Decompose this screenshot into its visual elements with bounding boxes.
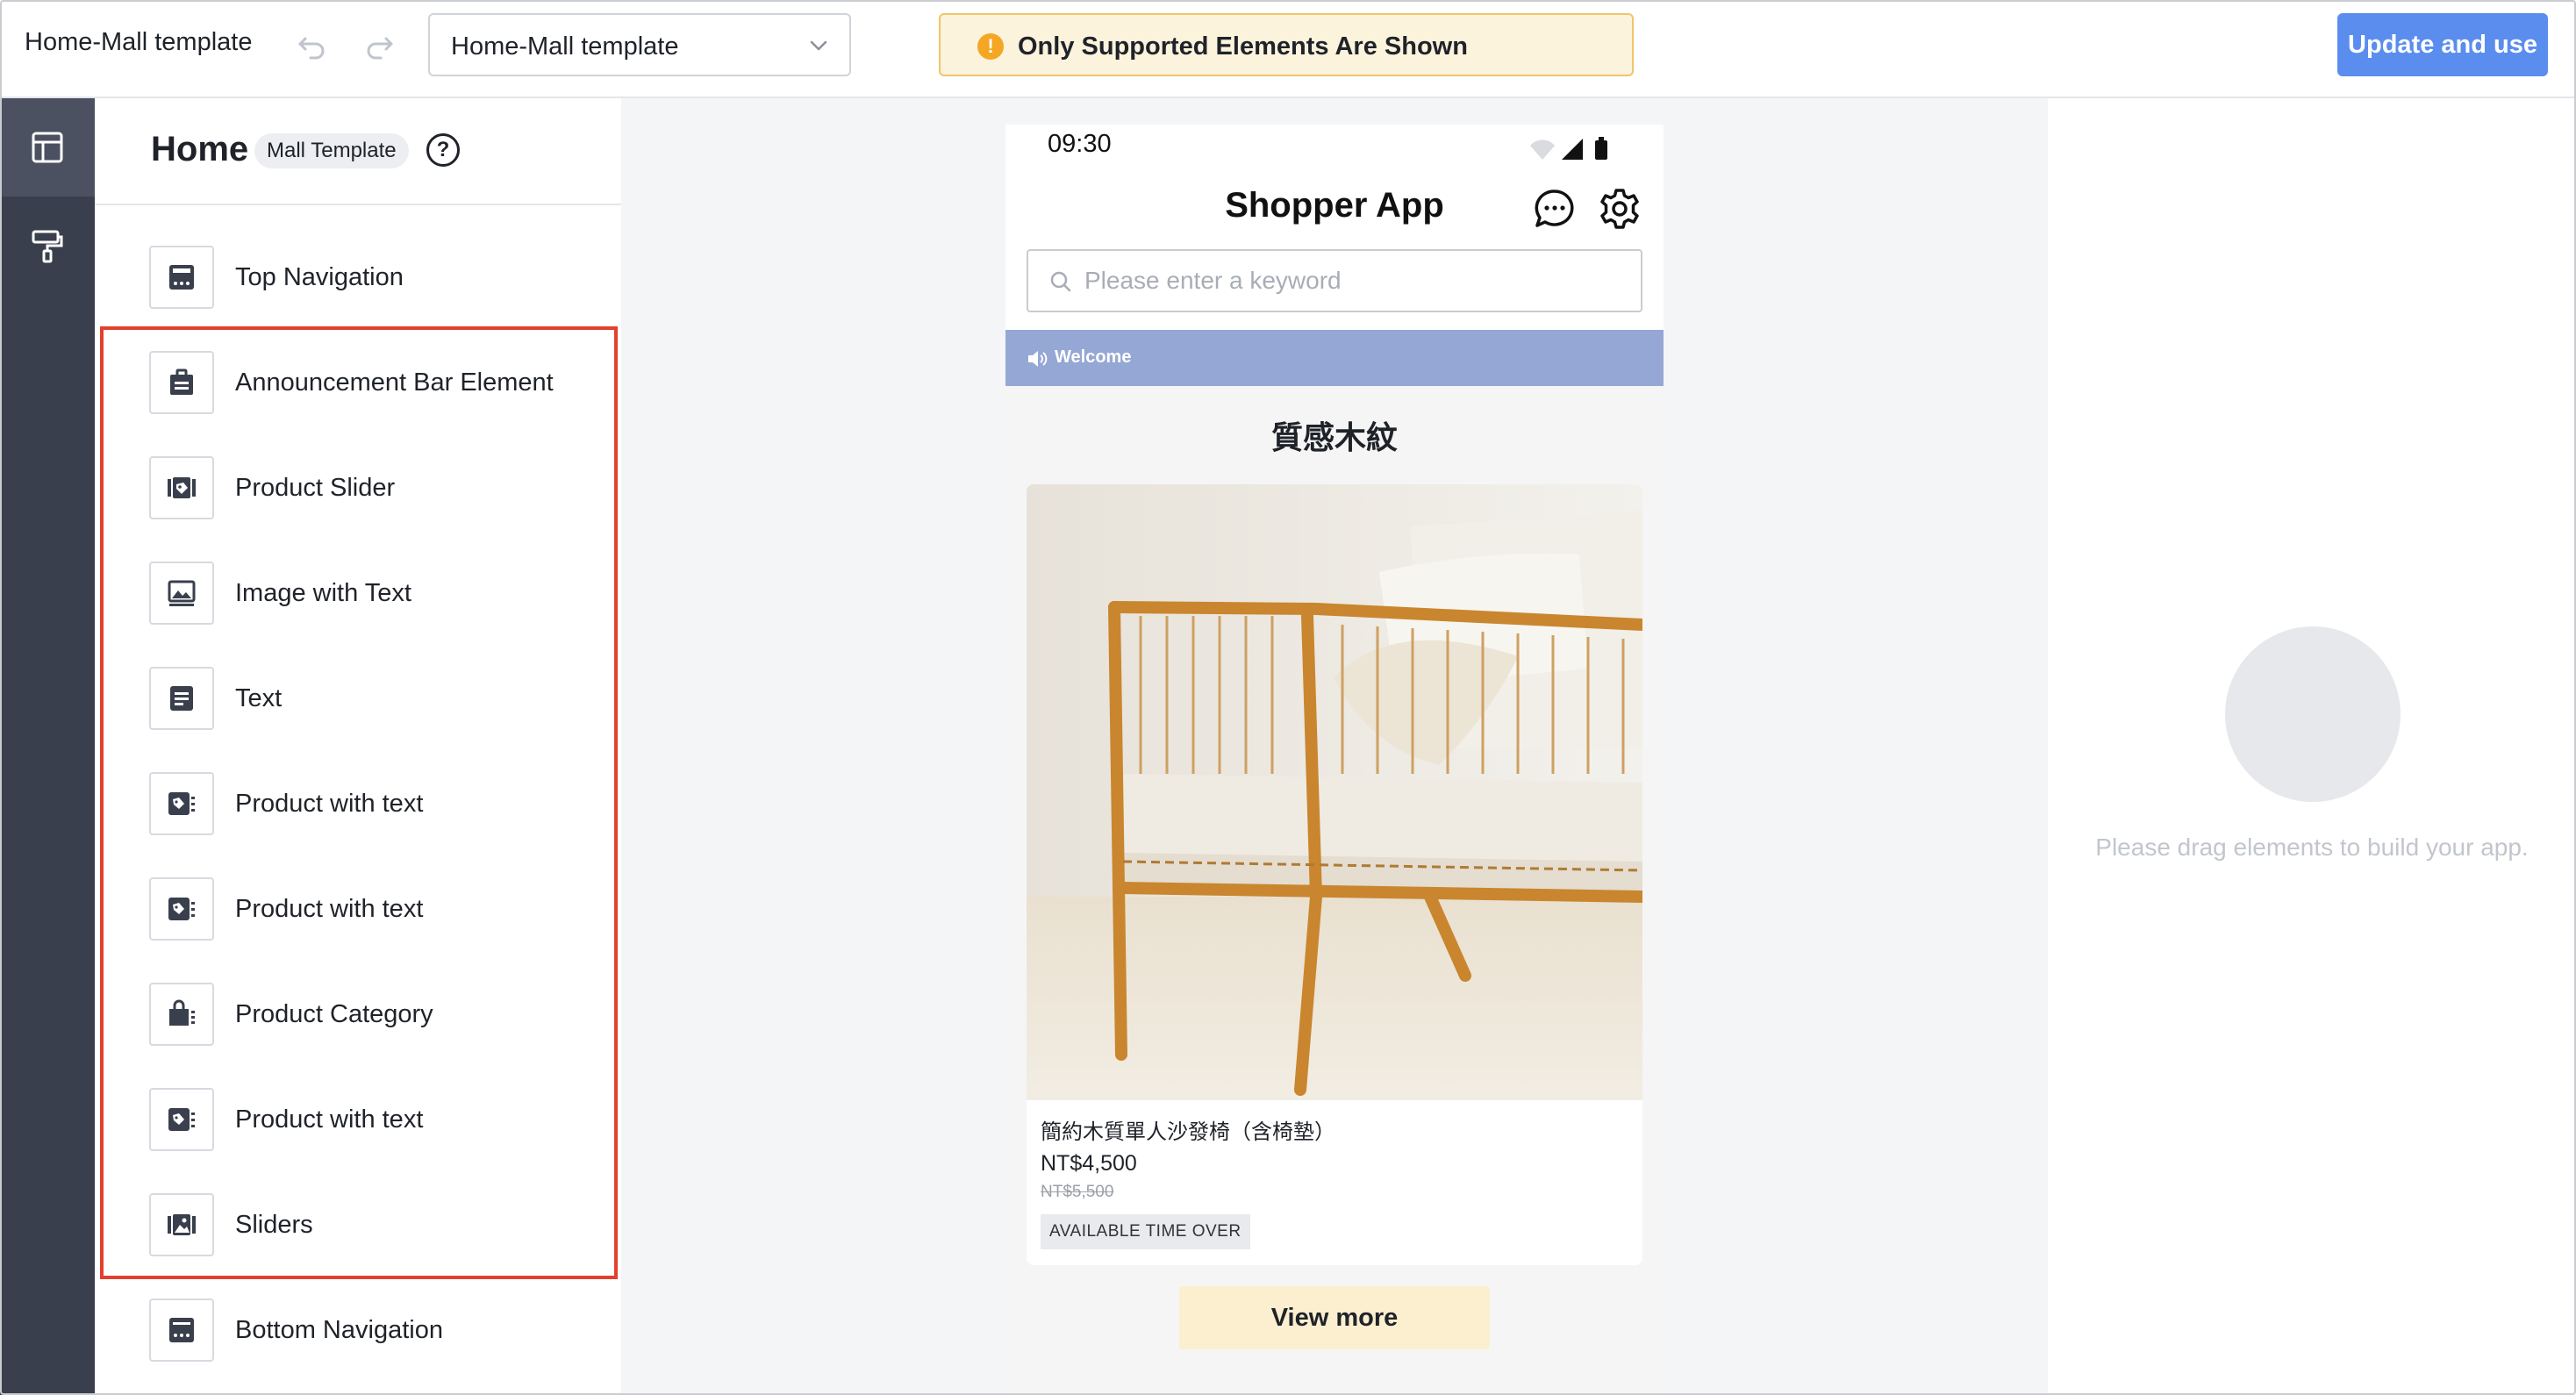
search-area bbox=[1005, 240, 1664, 330]
search-box[interactable] bbox=[1027, 249, 1642, 312]
template-badge: Mall Template bbox=[254, 133, 409, 168]
gear-icon[interactable] bbox=[1597, 186, 1642, 232]
speaker-icon bbox=[1028, 351, 1048, 367]
bottom-navigation-icon bbox=[149, 1298, 214, 1362]
top-navigation-icon bbox=[149, 246, 214, 309]
component-label: Product with text bbox=[235, 1105, 424, 1134]
rail-item-style[interactable] bbox=[0, 197, 95, 295]
panel-title: Home bbox=[151, 130, 249, 168]
undo-icon[interactable] bbox=[293, 26, 332, 65]
component-label: Top Navigation bbox=[235, 263, 404, 291]
template-select-value: Home-Mall template bbox=[451, 32, 679, 61]
component-label: Announcement Bar Element bbox=[235, 368, 554, 397]
product-slider-icon bbox=[149, 456, 214, 519]
component-product-category[interactable]: Product Category bbox=[95, 962, 621, 1067]
text-icon bbox=[149, 667, 214, 730]
product-price: NT$4,500 bbox=[1041, 1151, 1137, 1176]
rail-item-layout[interactable] bbox=[0, 98, 95, 197]
component-sliders[interactable]: Sliders bbox=[95, 1172, 621, 1277]
component-label: Text bbox=[235, 684, 283, 712]
components-panel: Home Mall Template ? Top Navigation Anno… bbox=[95, 98, 621, 1395]
image-icon bbox=[149, 562, 214, 625]
panel-header: Home Mall Template ? bbox=[95, 98, 621, 205]
view-more-button[interactable]: View more bbox=[1179, 1286, 1490, 1349]
paint-roller-icon bbox=[32, 230, 63, 263]
help-icon[interactable]: ? bbox=[426, 133, 460, 167]
status-time: 09:30 bbox=[1048, 130, 1112, 158]
component-label: Product with text bbox=[235, 790, 424, 818]
product-tag-icon bbox=[149, 877, 214, 941]
component-label: Product with text bbox=[235, 895, 424, 923]
product-image bbox=[1027, 484, 1642, 1100]
component-label: Image with Text bbox=[235, 579, 411, 607]
left-rail bbox=[0, 98, 95, 1395]
component-text[interactable]: Text bbox=[95, 646, 621, 751]
chevron-down-icon bbox=[805, 32, 832, 59]
chat-icon[interactable] bbox=[1532, 186, 1578, 232]
product-status-badge: AVAILABLE TIME OVER bbox=[1041, 1214, 1250, 1249]
update-and-use-button[interactable]: Update and use bbox=[2337, 13, 2548, 76]
redo-icon[interactable] bbox=[360, 26, 398, 65]
product-original-price: NT$5,500 bbox=[1041, 1183, 1114, 1201]
announcement-bar: Welcome bbox=[1005, 330, 1664, 386]
sliders-icon bbox=[149, 1193, 214, 1256]
section-title: 質感木紋 bbox=[1270, 420, 1398, 456]
empty-placeholder-circle bbox=[2225, 626, 2401, 802]
product-tag-icon bbox=[149, 772, 214, 835]
component-announcement-bar[interactable]: Announcement Bar Element bbox=[95, 330, 621, 435]
component-label: Product Category bbox=[235, 1000, 433, 1028]
page-title: Home-Mall template bbox=[25, 28, 253, 56]
search-input[interactable] bbox=[1084, 265, 1611, 297]
shopping-bag-icon bbox=[149, 983, 214, 1046]
announcement-text: Welcome bbox=[1055, 347, 1132, 367]
status-bar: 09:30 bbox=[1005, 125, 1664, 177]
template-select[interactable]: Home-Mall template bbox=[428, 13, 851, 76]
component-label: Bottom Navigation bbox=[235, 1316, 443, 1344]
warning-icon: ! bbox=[977, 33, 1004, 60]
layout-icon bbox=[32, 132, 63, 163]
announcement-icon bbox=[149, 351, 214, 414]
component-label: Sliders bbox=[235, 1211, 313, 1239]
top-bar: Home-Mall template Home-Mall template ! … bbox=[0, 0, 2576, 98]
signal-icon bbox=[1530, 137, 1607, 160]
product-card[interactable]: 簡約木質單人沙發椅（含椅墊） NT$4,500 NT$5,500 AVAILAB… bbox=[1027, 484, 1642, 1265]
component-product-slider[interactable]: Product Slider bbox=[95, 435, 621, 540]
component-product-with-text[interactable]: Product with text bbox=[95, 1067, 621, 1172]
component-image-with-text[interactable]: Image with Text bbox=[95, 540, 621, 646]
component-product-with-text[interactable]: Product with text bbox=[95, 856, 621, 962]
supported-elements-notice: ! Only Supported Elements Are Shown bbox=[939, 13, 1634, 76]
component-top-navigation[interactable]: Top Navigation bbox=[95, 225, 621, 330]
search-icon bbox=[1050, 271, 1071, 292]
product-name: 簡約木質單人沙發椅（含椅墊） bbox=[1041, 1120, 1335, 1144]
notice-text: Only Supported Elements Are Shown bbox=[1018, 32, 1468, 61]
app-header: Shopper App bbox=[1005, 177, 1664, 240]
component-product-with-text[interactable]: Product with text bbox=[95, 751, 621, 856]
product-tag-icon bbox=[149, 1088, 214, 1151]
empty-state-hint: Please drag elements to build your app. bbox=[2095, 833, 2529, 861]
component-label: Product Slider bbox=[235, 474, 396, 502]
phone-preview: 09:30 Shopper App Welcome 質感木紋 bbox=[1005, 125, 1664, 1395]
component-bottom-navigation[interactable]: Bottom Navigation bbox=[95, 1277, 621, 1383]
